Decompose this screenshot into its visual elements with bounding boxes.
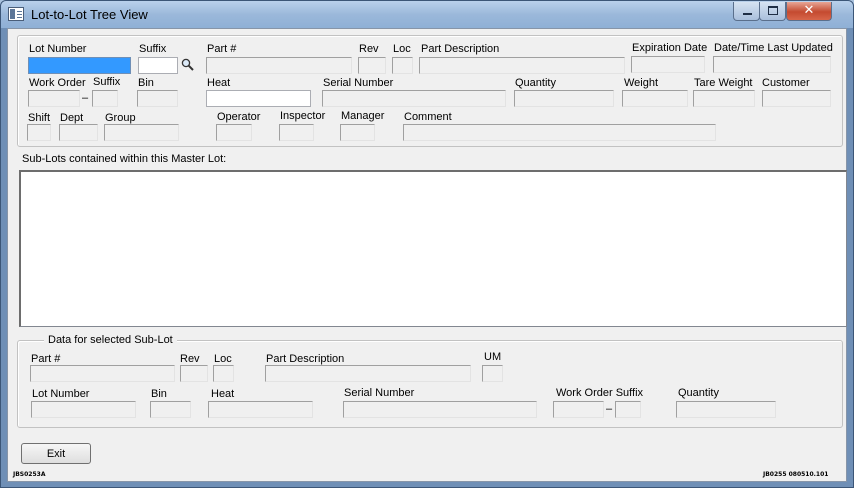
work-order-suffix-input[interactable]: [92, 90, 118, 107]
manager-label: Manager: [341, 110, 385, 122]
operator-label: Operator: [217, 111, 261, 123]
sub-um-input[interactable]: [482, 365, 503, 382]
serial-number-label: Serial Number: [323, 77, 394, 89]
expiration-date-label: Expiration Date: [632, 42, 708, 54]
sub-rev-input[interactable]: [180, 365, 208, 382]
selected-sublot-group: Data for selected Sub-Lot Part # Rev Loc…: [17, 334, 843, 428]
suffix-label: Suffix: [139, 43, 167, 55]
customer-input[interactable]: [762, 90, 831, 107]
minimize-icon: [743, 13, 752, 15]
bin-input[interactable]: [137, 90, 178, 107]
sub-part-number-label: Part #: [31, 353, 61, 365]
window-title: Lot-to-Lot Tree View: [31, 7, 148, 22]
sub-lot-number-label: Lot Number: [32, 388, 90, 400]
work-order-dash: –: [82, 92, 89, 104]
manager-input[interactable]: [340, 124, 375, 141]
dept-label: Dept: [60, 112, 84, 124]
tare-weight-input[interactable]: [693, 90, 755, 107]
sub-work-order-input[interactable]: [553, 401, 604, 418]
sub-work-order-dash: –: [606, 403, 613, 415]
sublots-tree[interactable]: [19, 170, 847, 327]
sub-quantity-label: Quantity: [678, 387, 719, 399]
sub-lot-number-input[interactable]: [31, 401, 136, 418]
expiration-date-input[interactable]: [631, 56, 705, 73]
selected-sublot-group-title: Data for selected Sub-Lot: [44, 334, 177, 346]
sub-serial-number-input[interactable]: [343, 401, 537, 418]
sub-um-label: UM: [484, 351, 502, 363]
sub-loc-input[interactable]: [213, 365, 234, 382]
search-icon[interactable]: [181, 58, 194, 71]
weight-input[interactable]: [622, 90, 688, 107]
dept-input[interactable]: [59, 124, 98, 141]
date-time-last-updated-input[interactable]: [713, 56, 831, 73]
work-order-label: Work Order: [29, 77, 86, 89]
sub-serial-number-label: Serial Number: [344, 387, 415, 399]
sub-bin-input[interactable]: [150, 401, 191, 418]
work-order-suffix-label: Suffix: [93, 76, 121, 88]
exit-button[interactable]: Exit: [21, 443, 91, 464]
sub-heat-label: Heat: [211, 388, 235, 400]
part-number-label: Part #: [207, 43, 237, 55]
sub-part-description-label: Part Description: [266, 353, 345, 365]
app-icon: [8, 7, 24, 21]
screen-code-right: JB0255 080510.101: [763, 471, 829, 478]
sub-bin-label: Bin: [151, 388, 167, 400]
close-button[interactable]: ✕: [786, 2, 832, 21]
sublots-label: Sub-Lots contained within this Master Lo…: [22, 153, 227, 165]
app-window: Lot-to-Lot Tree View ✕ Lot Number Suffix…: [0, 0, 854, 488]
shift-input[interactable]: [27, 124, 51, 141]
client-area: Lot Number Suffix Part # Rev Loc Part De…: [7, 28, 847, 482]
customer-label: Customer: [762, 77, 810, 89]
work-order-input[interactable]: [28, 90, 80, 107]
serial-number-input[interactable]: [322, 90, 506, 107]
sub-rev-label: Rev: [180, 353, 200, 365]
part-number-input[interactable]: [206, 57, 352, 74]
sub-part-number-input[interactable]: [30, 365, 175, 382]
group-label: Group: [105, 112, 136, 124]
lot-number-label: Lot Number: [29, 43, 87, 55]
sub-part-description-input[interactable]: [265, 365, 471, 382]
shift-label: Shift: [28, 112, 51, 124]
inspector-input[interactable]: [279, 124, 314, 141]
bin-label: Bin: [138, 77, 154, 89]
comment-label: Comment: [404, 111, 452, 123]
loc-label: Loc: [393, 43, 411, 55]
part-description-input[interactable]: [419, 57, 625, 74]
sub-heat-input[interactable]: [208, 401, 313, 418]
group-input[interactable]: [104, 124, 179, 141]
heat-label: Heat: [207, 77, 231, 89]
part-description-label: Part Description: [421, 43, 500, 55]
tare-weight-label: Tare Weight: [694, 77, 753, 89]
comment-input[interactable]: [403, 124, 716, 141]
rev-input[interactable]: [358, 57, 386, 74]
sub-work-order-suffix-label: Work Order Suffix: [556, 387, 644, 399]
weight-label: Weight: [624, 77, 659, 89]
maximize-button[interactable]: [759, 2, 786, 21]
operator-input[interactable]: [216, 124, 252, 141]
close-icon: ✕: [803, 3, 815, 18]
sub-loc-label: Loc: [214, 353, 232, 365]
date-time-last-updated-label: Date/Time Last Updated: [714, 42, 833, 54]
heat-input[interactable]: [206, 90, 311, 107]
quantity-label: Quantity: [515, 77, 556, 89]
quantity-input[interactable]: [514, 90, 614, 107]
sub-quantity-input[interactable]: [676, 401, 776, 418]
sub-work-order-suffix-input[interactable]: [615, 401, 641, 418]
suffix-input[interactable]: [138, 57, 178, 74]
loc-input[interactable]: [392, 57, 413, 74]
lot-number-input[interactable]: [28, 57, 131, 74]
inspector-label: Inspector: [280, 110, 326, 122]
minimize-button[interactable]: [733, 2, 760, 21]
maximize-icon: [768, 6, 778, 15]
title-bar[interactable]: Lot-to-Lot Tree View ✕: [1, 1, 853, 28]
rev-label: Rev: [359, 43, 379, 55]
master-lot-group: Lot Number Suffix Part # Rev Loc Part De…: [17, 35, 843, 147]
screen-code-left: JBS0253A: [13, 471, 46, 478]
